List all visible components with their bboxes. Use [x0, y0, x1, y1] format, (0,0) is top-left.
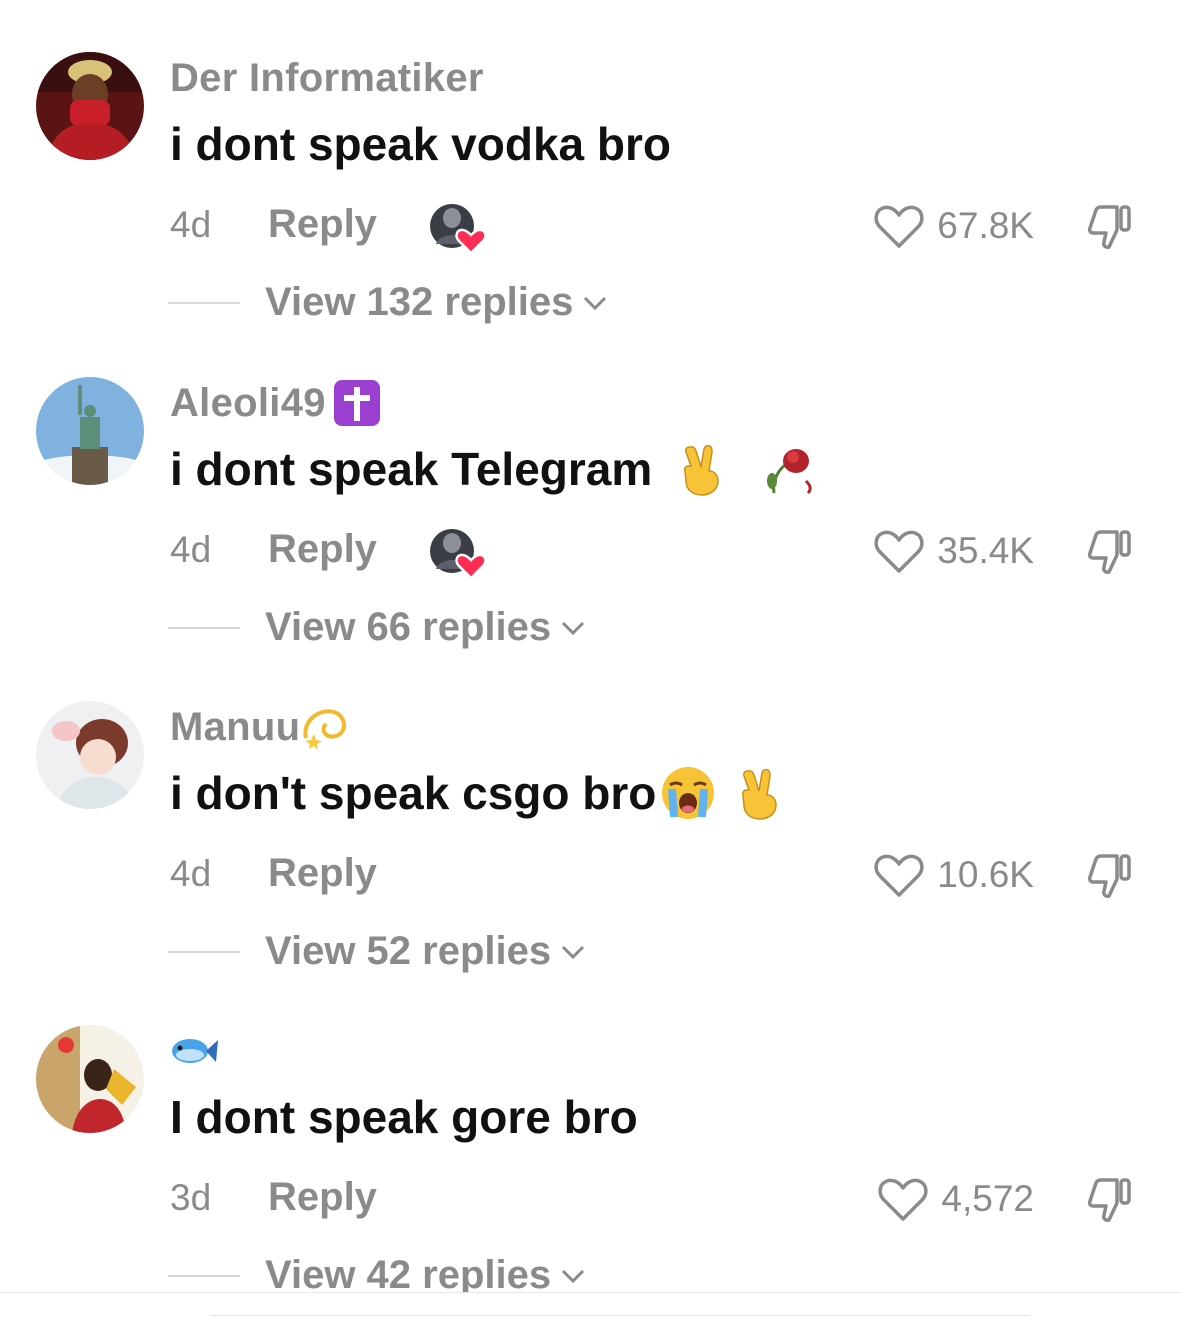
comment-item: Manuu i don't speak csgo bro 4d Reply 10…: [0, 649, 1180, 974]
comment-item: Aleoli49 i dont speak Telegram 4d Reply: [0, 325, 1180, 650]
comments-list: Der Informatiker i dont speak vodka bro …: [0, 0, 1180, 1320]
divider: [168, 627, 240, 629]
avatar[interactable]: [36, 701, 144, 809]
reply-button[interactable]: Reply: [268, 851, 377, 896]
comment-input-edge[interactable]: [210, 1315, 1030, 1320]
comment-item: I dont speak gore bro 3d Reply 4,572 Vie…: [0, 973, 1180, 1298]
victory-hand-emoji: [732, 765, 788, 821]
dislike-icon[interactable]: [1084, 202, 1134, 252]
view-replies-button[interactable]: View 132 replies: [265, 280, 609, 325]
dizzy-emoji: [300, 704, 350, 750]
replies-row: View 132 replies: [0, 276, 1180, 332]
comment-item: Der Informatiker i dont speak vodka bro …: [0, 0, 1180, 325]
comment-actions: 3d Reply 4,572: [0, 1169, 1180, 1231]
like-count: 10.6K: [937, 854, 1034, 895]
view-replies-button[interactable]: View 66 replies: [265, 605, 587, 650]
heart-icon: [873, 202, 925, 250]
comment-age: 4d: [170, 529, 212, 570]
reply-button[interactable]: Reply: [268, 527, 377, 572]
comment-age: 3d: [170, 1177, 212, 1218]
avatar[interactable]: [36, 52, 144, 160]
reply-button[interactable]: Reply: [268, 1175, 377, 1220]
chevron-down-icon: [559, 942, 587, 962]
dislike-icon[interactable]: [1084, 527, 1134, 577]
heart-icon: [873, 851, 925, 899]
wilted-rose-emoji: [760, 441, 816, 497]
like-count: 67.8K: [937, 205, 1034, 246]
like-button[interactable]: 4,572: [877, 1173, 1034, 1225]
like-count: 4,572: [941, 1178, 1034, 1219]
latin-cross-emoji: [332, 380, 382, 426]
avatar[interactable]: [36, 1025, 144, 1133]
comment-actions: 4d Reply 10.6K: [0, 845, 1180, 907]
chevron-down-icon: [559, 1266, 587, 1286]
dislike-icon[interactable]: [1084, 1175, 1134, 1225]
dislike-icon[interactable]: [1084, 851, 1134, 901]
username[interactable]: Der Informatiker: [170, 56, 490, 100]
fish-emoji: [170, 1028, 220, 1074]
like-count: 35.4K: [937, 530, 1034, 571]
like-button[interactable]: 10.6K: [873, 849, 1034, 901]
comment-input-bar: [0, 1292, 1180, 1320]
username[interactable]: Aleoli49: [170, 380, 382, 426]
comment-age: 4d: [170, 204, 212, 245]
reply-button[interactable]: Reply: [268, 202, 377, 247]
comment-text: I dont speak gore bro: [170, 1091, 638, 1143]
divider: [168, 302, 240, 304]
comment-age: 4d: [170, 853, 212, 894]
view-replies-button[interactable]: View 52 replies: [265, 929, 587, 974]
like-button[interactable]: 35.4K: [873, 525, 1034, 577]
avatar[interactable]: [36, 377, 144, 485]
divider: [168, 1275, 240, 1277]
heart-icon: [873, 527, 925, 575]
creator-liked-icon: [428, 525, 488, 581]
comment-text: i dont speak Telegram: [170, 439, 816, 499]
comment-text: i don't speak csgo bro: [170, 763, 788, 823]
username[interactable]: Manuu: [170, 704, 350, 750]
divider: [168, 951, 240, 953]
chevron-down-icon: [559, 618, 587, 638]
username[interactable]: [170, 1029, 220, 1073]
heart-icon: [877, 1175, 929, 1223]
creator-liked-icon: [428, 200, 488, 256]
comment-actions: 4d Reply 35.4K: [0, 521, 1180, 583]
chevron-down-icon: [581, 293, 609, 313]
victory-hand-emoji: [674, 441, 730, 497]
like-button[interactable]: 67.8K: [873, 200, 1034, 252]
loudly-crying-face-emoji: [660, 765, 716, 821]
comment-text: i dont speak vodka bro: [170, 118, 671, 170]
comment-actions: 4d Reply 67.8K: [0, 196, 1180, 258]
